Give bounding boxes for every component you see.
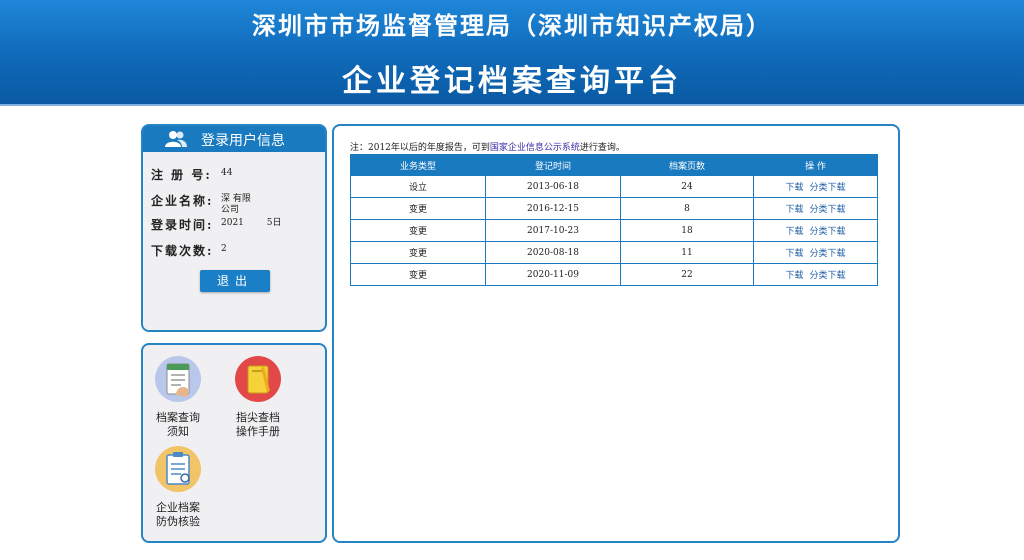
download-link[interactable]: 下载 <box>785 183 803 193</box>
table-body: 设立 2013-06-18 24 下载 分类下载 变更 2016-12-15 8 下载 分类下载变… <box>350 175 878 286</box>
downloads-value: 2 <box>221 244 227 254</box>
note-suffix: 进行查询。 <box>579 143 625 153</box>
note-prefix: 注：2012年以后的年度报告，可到 <box>350 143 490 153</box>
cell-type: 变更 <box>350 197 486 220</box>
column-header: 操 作 <box>753 154 878 176</box>
cell-date: 2013-06-18 <box>485 175 621 198</box>
archive-table: 业务类型 登记时间 档案页数 操 作 设立 2013-06-18 24 下载 分类下载变… <box>350 154 878 286</box>
manual-link[interactable]: 指尖查档 操作手册 <box>223 355 293 439</box>
download-link[interactable]: 下载 <box>785 205 803 215</box>
platform-title: 企业登记档案查询平台 <box>342 64 682 99</box>
company-label: 企业名称: <box>151 194 214 208</box>
cell-type: 变更 <box>350 263 486 286</box>
cell-date: 2016-12-15 <box>485 197 621 220</box>
gsxt-link[interactable]: 国家企业信息公示系统 <box>490 143 580 153</box>
reg-no-value: 44 <box>221 168 233 178</box>
cell-type: 变更 <box>350 241 486 264</box>
cell-operations: 下载 分类下载 <box>753 197 878 220</box>
company-value: 深 有限 公司 <box>221 194 251 215</box>
cell-date: 2017-10-23 <box>485 219 621 242</box>
download-link[interactable]: 下载 <box>785 227 803 237</box>
cell-date: 2020-11-09 <box>485 263 621 286</box>
tools-panel: 档案查询 须知 指尖查档 操作手册 企业档案 防伪核验 <box>141 343 327 543</box>
cell-date: 2020-08-18 <box>485 241 621 264</box>
cell-pages: 11 <box>620 241 754 264</box>
cell-pages: 8 <box>620 197 754 220</box>
manual-book-icon <box>235 356 281 402</box>
cell-type: 变更 <box>350 219 486 242</box>
reg-no-label: 注 册 号: <box>151 168 212 182</box>
login-time-value: 2021 5日 <box>221 218 282 228</box>
login-time-label: 登录时间: <box>151 218 214 232</box>
category-download-link[interactable]: 分类下载 <box>810 227 846 237</box>
download-link[interactable]: 下载 <box>785 249 803 259</box>
category-download-link[interactable]: 分类下载 <box>810 205 846 215</box>
category-download-link[interactable]: 分类下载 <box>810 249 846 259</box>
table-row: 变更 2020-08-18 11 下载 分类下载 <box>350 241 878 264</box>
anti-fake-verify-label: 企业档案 防伪核验 <box>156 501 200 528</box>
annual-report-note: 注：2012年以后的年度报告，可到国家企业信息公示系统进行查询。 <box>350 140 625 153</box>
column-header: 业务类型 <box>350 154 486 176</box>
column-header: 档案页数 <box>620 154 754 176</box>
cell-operations: 下载 分类下载 <box>753 241 878 264</box>
document-checklist-icon <box>155 356 201 402</box>
table-row: 设立 2013-06-18 24 下载 分类下载 <box>350 175 878 198</box>
downloads-label: 下载次数: <box>151 244 214 258</box>
user-info-panel: 登录用户信息 注 册 号: 44 企业名称: 深 有限 公司 登录时间: 202… <box>141 124 327 332</box>
archive-results-panel: 注：2012年以后的年度报告，可到国家企业信息公示系统进行查询。 业务类型 登记… <box>332 124 900 543</box>
table-header-row: 业务类型 登记时间 档案页数 操 作 <box>350 154 878 176</box>
cell-pages: 18 <box>620 219 754 242</box>
table-row: 变更 2017-10-23 18 下载 分类下载 <box>350 219 878 242</box>
category-download-link[interactable]: 分类下载 <box>810 271 846 281</box>
cell-operations: 下载 分类下载 <box>753 219 878 242</box>
archive-notice-link[interactable]: 档案查询 须知 <box>143 355 213 439</box>
user-info-title: 登录用户信息 <box>201 133 285 149</box>
agency-title: 深圳市市场监督管理局（深圳市知识产权局） <box>252 11 772 40</box>
column-header: 登记时间 <box>485 154 621 176</box>
anti-fake-verify-link[interactable]: 企业档案 防伪核验 <box>143 445 213 529</box>
category-download-link[interactable]: 分类下载 <box>810 183 846 193</box>
cell-operations: 下载 分类下载 <box>753 175 878 198</box>
table-row: 变更 2020-11-09 22 下载 分类下载 <box>350 263 878 286</box>
manual-label: 指尖查档 操作手册 <box>236 411 280 438</box>
users-icon <box>165 131 187 147</box>
clipboard-verify-icon <box>155 446 201 492</box>
cell-pages: 24 <box>620 175 754 198</box>
cell-type: 设立 <box>350 175 486 198</box>
cell-pages: 22 <box>620 263 754 286</box>
page-header: 深圳市市场监督管理局（深圳市知识产权局） 企业登记档案查询平台 <box>0 0 1024 106</box>
archive-notice-label: 档案查询 须知 <box>156 411 200 438</box>
table-row: 变更 2016-12-15 8 下载 分类下载 <box>350 197 878 220</box>
cell-operations: 下载 分类下载 <box>753 263 878 286</box>
download-link[interactable]: 下载 <box>785 271 803 281</box>
logout-button[interactable]: 退出 <box>200 270 270 292</box>
user-info-header: 登录用户信息 <box>143 126 325 152</box>
